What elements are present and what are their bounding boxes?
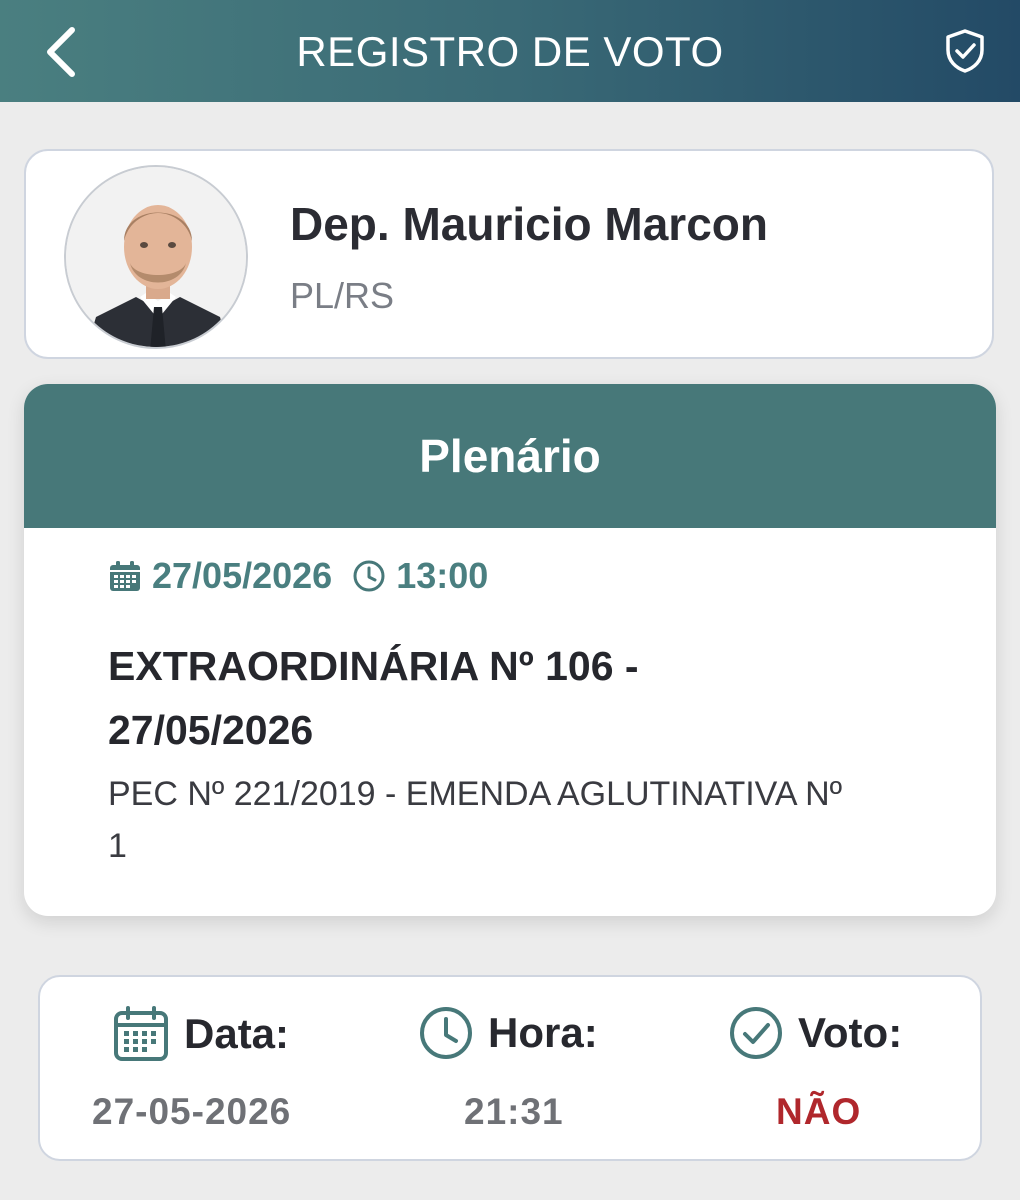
vote-choice-column: Voto: NÃO [660, 977, 980, 1163]
clock-icon [353, 560, 385, 592]
clock-icon [420, 1007, 472, 1059]
deputy-party: PL/RS [290, 275, 395, 316]
calendar-icon [114, 1006, 168, 1061]
vote-date-column: Data: 27-05-2026 [40, 977, 370, 1163]
vote-date-value: 27-05-2026 [92, 1091, 292, 1132]
vote-date-label: Data: [184, 1010, 290, 1057]
session-description-line: 1 [108, 827, 127, 865]
session-heading: EXTRAORDINÁRIA Nº 106 - 27/05/2026 [108, 634, 828, 762]
session-heading-line: 27/05/2026 [108, 707, 314, 753]
vote-time-label: Hora: [488, 1009, 598, 1056]
shield-check-icon[interactable] [942, 28, 988, 74]
page-title: REGISTRO DE VOTO [296, 28, 724, 75]
session-date: 27/05/2026 [152, 555, 333, 596]
vote-choice-label: Voto: [798, 1009, 903, 1056]
session-card: Plenário 27/05/2026 13:00 EXTRAORDINÁRIA… [24, 384, 996, 916]
check-circle-icon [730, 1007, 782, 1059]
session-time: 13:00 [396, 555, 489, 596]
session-place: Plenário [24, 384, 996, 528]
vote-time-value: 21:31 [464, 1091, 564, 1132]
deputy-card: Dep. Mauricio Marcon PL/RS [24, 149, 994, 359]
vote-choice-value: NÃO [776, 1091, 862, 1132]
session-description: PEC Nº 221/2019 - EMENDA AGLUTINATIVA Nº… [108, 768, 928, 872]
deputy-name: Dep. Mauricio Marcon [290, 198, 768, 250]
avatar [64, 165, 248, 349]
app-header: REGISTRO DE VOTO [0, 0, 1020, 102]
session-description-line: PEC Nº 221/2019 - EMENDA AGLUTINATIVA Nº [108, 775, 843, 813]
vote-summary: Data: 27-05-2026 Hora: 21:31 Voto: NÃO [38, 975, 982, 1161]
vote-time-column: Hora: 21:31 [370, 977, 660, 1163]
session-heading-line: EXTRAORDINÁRIA Nº 106 - [108, 643, 639, 689]
calendar-icon [110, 561, 140, 591]
session-datetime: 27/05/2026 13:00 [108, 555, 489, 596]
